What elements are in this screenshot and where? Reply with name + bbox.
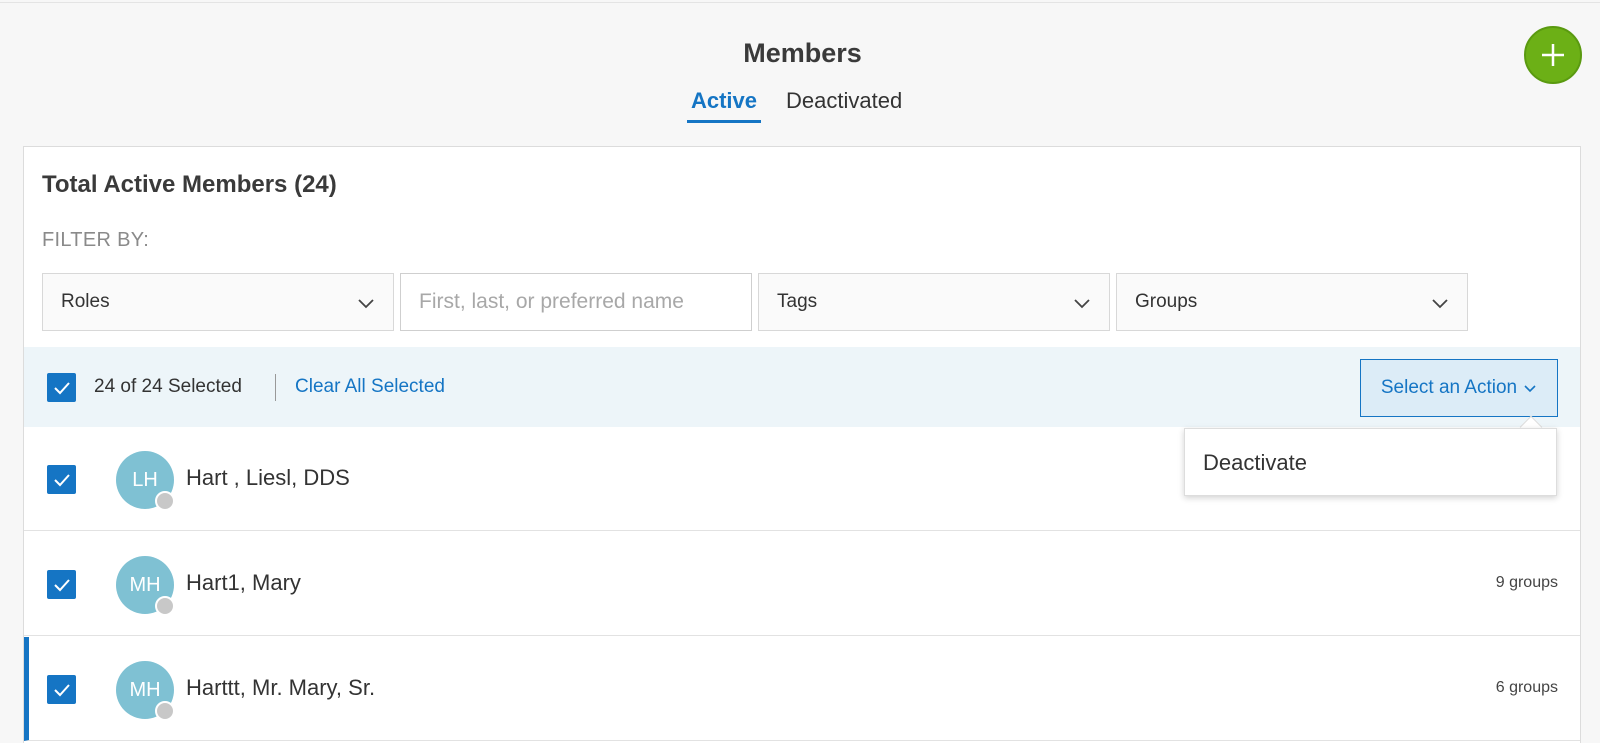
divider <box>275 374 276 401</box>
status-indicator <box>155 701 175 721</box>
roles-filter[interactable]: Roles <box>42 273 394 331</box>
page-title: Members <box>743 38 862 68</box>
checkmark-icon <box>53 683 70 696</box>
row-checkbox[interactable] <box>47 675 76 704</box>
tab-deactivated[interactable]: Deactivated <box>786 88 902 114</box>
bulk-action-bar: 24 of 24 Selected Clear All Selected Sel… <box>24 347 1580 427</box>
checkmark-icon <box>53 381 70 394</box>
member-name[interactable]: Hart , Liesl, DDS <box>186 465 350 491</box>
member-name[interactable]: Hart1, Mary <box>186 570 301 596</box>
clear-all-selected-link[interactable]: Clear All Selected <box>295 376 445 398</box>
tags-filter[interactable]: Tags <box>758 273 1110 331</box>
row-checkbox[interactable] <box>47 570 76 599</box>
tab-bar: Active Deactivated <box>0 88 1600 128</box>
selected-count: 24 of 24 Selected <box>94 376 242 397</box>
roles-filter-label: Roles <box>61 291 110 312</box>
tags-filter-label: Tags <box>777 291 818 312</box>
chevron-down-icon <box>1432 299 1448 309</box>
groups-filter-label: Groups <box>1135 291 1198 312</box>
member-name[interactable]: Harttt, Mr. Mary, Sr. <box>186 675 375 701</box>
chevron-down-icon <box>358 299 374 309</box>
member-groups: 9 groups <box>1495 574 1558 591</box>
row-checkbox[interactable] <box>47 465 76 494</box>
status-indicator <box>155 491 175 511</box>
members-count-title: Total Active Members (24) <box>42 171 337 198</box>
plus-icon <box>1542 44 1564 66</box>
chevron-down-icon <box>1074 299 1090 309</box>
add-member-button[interactable] <box>1524 26 1582 84</box>
member-row[interactable]: MH Hart1, Mary 9 groups <box>24 532 1580 636</box>
checkmark-icon <box>53 473 70 486</box>
menu-item-deactivate[interactable]: Deactivate <box>1203 450 1307 476</box>
tab-active[interactable]: Active <box>687 88 761 123</box>
name-search-input[interactable] <box>400 273 752 331</box>
status-indicator <box>155 596 175 616</box>
groups-filter[interactable]: Groups <box>1116 273 1468 331</box>
filter-label: FILTER BY: <box>42 229 150 251</box>
checkmark-icon <box>53 578 70 591</box>
member-row[interactable]: MH Harttt, Mr. Mary, Sr. 6 groups <box>24 637 1580 741</box>
chevron-down-icon <box>1524 385 1536 393</box>
member-groups: 6 groups <box>1495 679 1558 696</box>
page-header: Members Active Deactivated <box>0 0 1600 146</box>
select-action-button[interactable]: Select an Action <box>1360 359 1558 417</box>
select-action-label: Select an Action <box>1380 377 1518 398</box>
select-all-checkbox[interactable] <box>47 373 76 402</box>
action-dropdown-menu: Deactivate <box>1184 428 1557 496</box>
